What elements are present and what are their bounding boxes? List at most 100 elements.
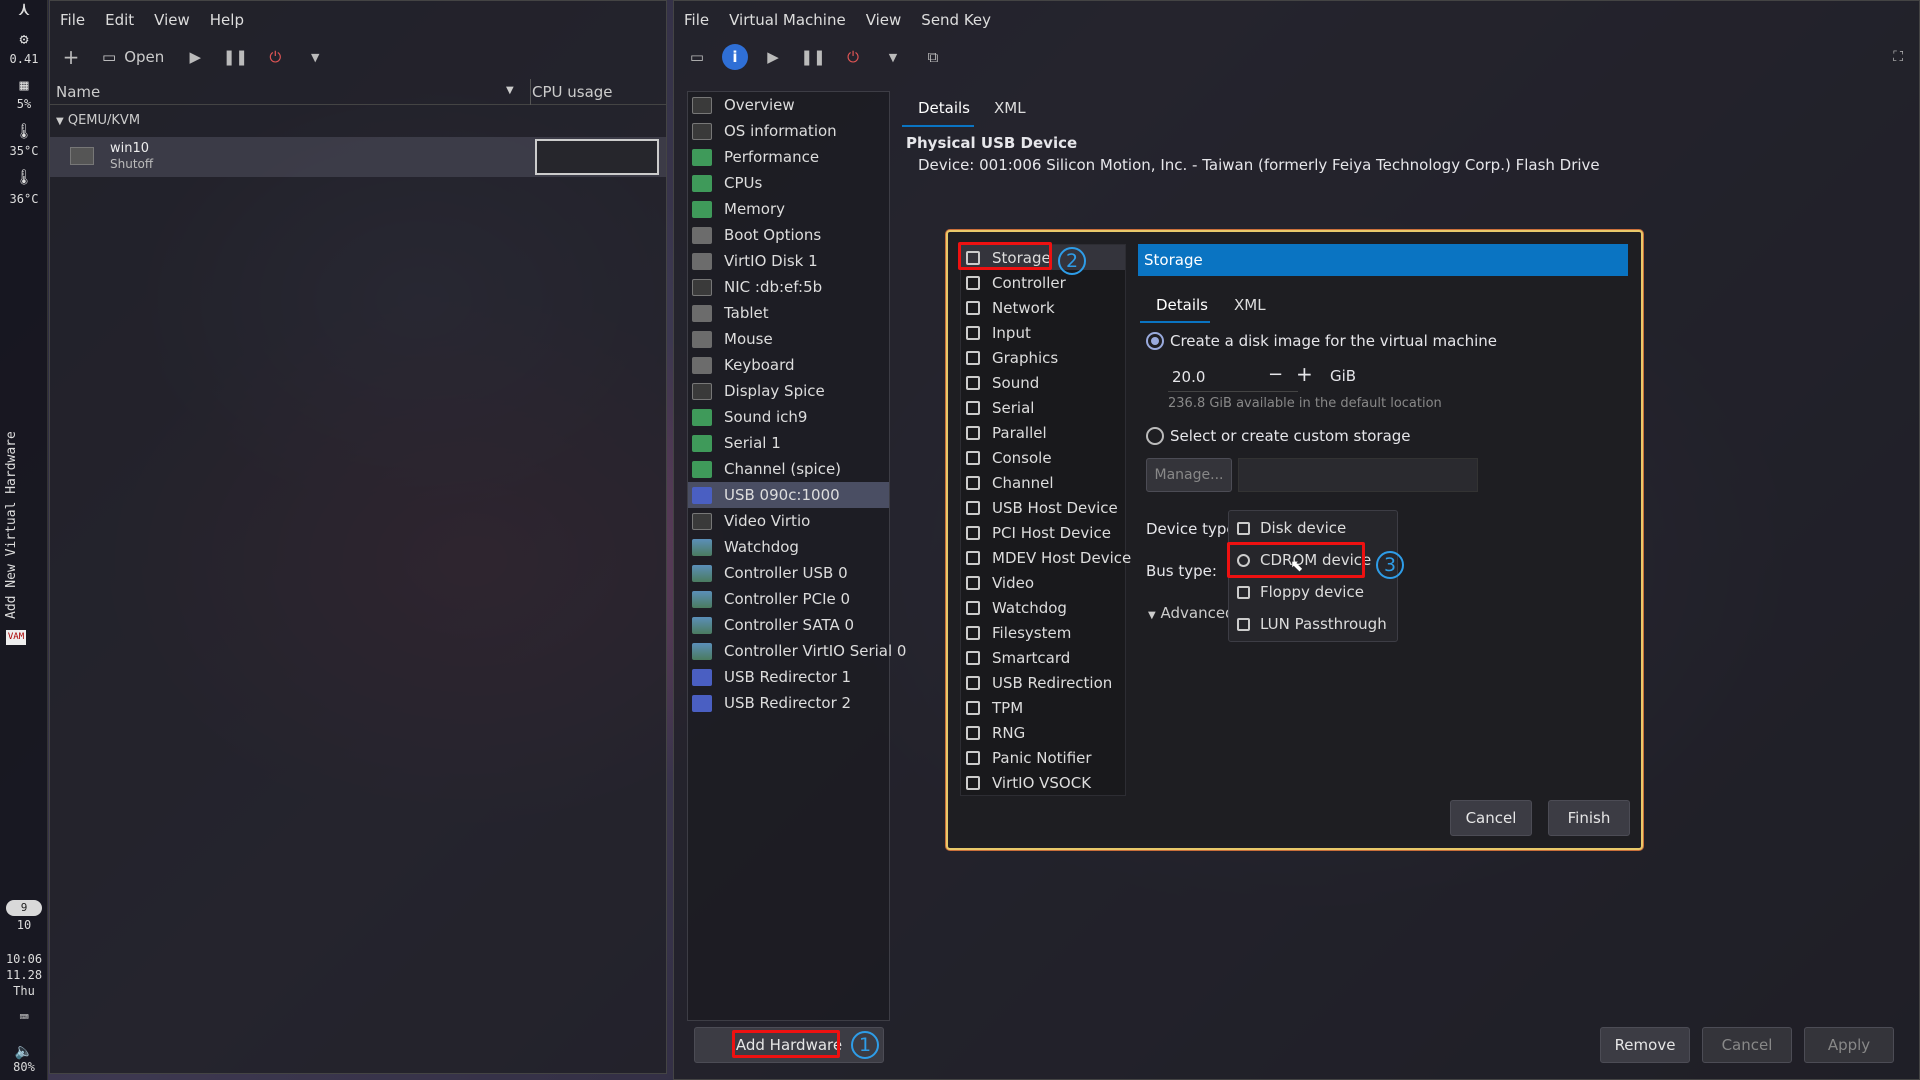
type-filesystem[interactable]: Filesystem bbox=[961, 620, 1125, 645]
option-disk-device[interactable]: Disk device bbox=[1229, 513, 1397, 543]
type-network[interactable]: Network bbox=[961, 295, 1125, 320]
manage-button[interactable]: Manage... bbox=[1146, 458, 1232, 492]
workspace-total[interactable]: 10 bbox=[0, 918, 48, 933]
workspace-current[interactable]: 9 bbox=[6, 900, 42, 916]
expander-icon[interactable]: ▼ bbox=[56, 116, 64, 127]
type-watchdog[interactable]: Watchdog bbox=[961, 595, 1125, 620]
type-panic-notifier[interactable]: Panic Notifier bbox=[961, 745, 1125, 770]
hw-item-sound[interactable]: Sound ich9 bbox=[688, 404, 889, 430]
dialog-tab-details[interactable]: Details bbox=[1156, 296, 1208, 314]
hw-item-usb-device[interactable]: USB 090c:1000 bbox=[688, 482, 889, 508]
play-icon[interactable]: ▶ bbox=[180, 42, 210, 72]
hw-item-boot-options[interactable]: Boot Options bbox=[688, 222, 889, 248]
tab-details[interactable]: Details bbox=[918, 99, 970, 117]
type-video[interactable]: Video bbox=[961, 570, 1125, 595]
cancel-button[interactable]: Cancel bbox=[1702, 1027, 1792, 1063]
hw-item-watchdog[interactable]: Watchdog bbox=[688, 534, 889, 560]
option-floppy-device[interactable]: Floppy device bbox=[1229, 577, 1397, 607]
type-tpm[interactable]: TPM bbox=[961, 695, 1125, 720]
menu-file[interactable]: File bbox=[60, 11, 85, 29]
hw-item-controller-virtio-serial[interactable]: Controller VirtIO Serial 0 bbox=[688, 638, 906, 664]
network-icon bbox=[692, 278, 712, 296]
menu-help[interactable]: Help bbox=[210, 11, 244, 29]
type-smartcard[interactable]: Smartcard bbox=[961, 645, 1125, 670]
hw-item-controller-usb[interactable]: Controller USB 0 bbox=[688, 560, 889, 586]
menu-view[interactable]: View bbox=[154, 11, 190, 29]
hw-item-channel[interactable]: Channel (spice) bbox=[688, 456, 889, 482]
chevron-down-icon[interactable]: ▼ bbox=[300, 42, 330, 72]
open-button[interactable]: ▭ Open bbox=[96, 48, 170, 66]
chevron-down-icon[interactable]: ▼ bbox=[878, 42, 908, 72]
dialog-finish-button[interactable]: Finish bbox=[1548, 800, 1630, 836]
play-icon[interactable]: ▶ bbox=[758, 42, 788, 72]
type-rng[interactable]: RNG bbox=[961, 720, 1125, 745]
hw-item-overview[interactable]: Overview bbox=[688, 92, 889, 118]
type-serial[interactable]: Serial bbox=[961, 395, 1125, 420]
type-mdev-host-device[interactable]: MDEV Host Device bbox=[961, 545, 1131, 570]
type-console[interactable]: Console bbox=[961, 445, 1125, 470]
hw-item-tablet[interactable]: Tablet bbox=[688, 300, 889, 326]
fullscreen-icon[interactable]: ⛶ bbox=[1893, 49, 1903, 65]
info-icon[interactable]: i bbox=[722, 44, 748, 70]
type-input[interactable]: Input bbox=[961, 320, 1125, 345]
menu-edit[interactable]: Edit bbox=[105, 11, 134, 29]
option-lun-passthrough[interactable]: LUN Passthrough bbox=[1229, 609, 1397, 639]
radio-custom-storage[interactable]: Select or create custom storage bbox=[1146, 427, 1411, 445]
vm-menu-file[interactable]: File bbox=[684, 11, 709, 29]
hw-item-memory[interactable]: Memory bbox=[688, 196, 889, 222]
type-pci-host-device[interactable]: PCI Host Device bbox=[961, 520, 1125, 545]
type-virtio-vsock[interactable]: VirtIO VSOCK bbox=[961, 770, 1125, 795]
app-logo-icon[interactable]: ⋏ bbox=[0, 1, 48, 19]
vm-menu-view[interactable]: View bbox=[866, 11, 902, 29]
hw-item-virtio-disk[interactable]: VirtIO Disk 1 bbox=[688, 248, 889, 274]
keyboard-icon[interactable]: ⌨ bbox=[0, 1010, 48, 1026]
hw-item-nic[interactable]: NIC :db:ef:5b bbox=[688, 274, 889, 300]
vm-menu-virtual-machine[interactable]: Virtual Machine bbox=[729, 11, 846, 29]
console-monitor-icon[interactable]: ▭ bbox=[682, 42, 712, 72]
type-parallel[interactable]: Parallel bbox=[961, 420, 1125, 445]
vm-menu-send-key[interactable]: Send Key bbox=[921, 11, 991, 29]
hw-item-performance[interactable]: Performance bbox=[688, 144, 889, 170]
dialog-tab-xml[interactable]: XML bbox=[1234, 296, 1266, 314]
hw-item-cpus[interactable]: CPUs bbox=[688, 170, 889, 196]
hw-item-controller-pcie[interactable]: Controller PCIe 0 bbox=[688, 586, 889, 612]
type-controller[interactable]: Controller bbox=[961, 270, 1125, 295]
pause-icon[interactable]: ❚❚ bbox=[220, 42, 250, 72]
col-cpu-usage[interactable]: CPU usage bbox=[532, 83, 613, 101]
type-sound[interactable]: Sound bbox=[961, 370, 1125, 395]
type-usb-host-device[interactable]: USB Host Device bbox=[961, 495, 1125, 520]
radio-create-disk[interactable]: Create a disk image for the virtual mach… bbox=[1146, 332, 1497, 350]
minus-icon[interactable]: − bbox=[1268, 364, 1283, 385]
sort-chevron-icon[interactable]: ▼ bbox=[506, 85, 514, 96]
tab-xml[interactable]: XML bbox=[994, 99, 1026, 117]
snapshots-icon[interactable]: ⧉ bbox=[918, 42, 948, 72]
connection-group[interactable]: ▼ QEMU/KVM bbox=[56, 113, 140, 128]
hw-item-controller-sata[interactable]: Controller SATA 0 bbox=[688, 612, 889, 638]
hw-item-display-spice[interactable]: Display Spice bbox=[688, 378, 889, 404]
hw-item-serial[interactable]: Serial 1 bbox=[688, 430, 889, 456]
lun-icon bbox=[1237, 617, 1250, 631]
plus-icon[interactable]: + bbox=[1296, 362, 1313, 386]
vm-row-win10[interactable]: win10 Shutoff bbox=[50, 137, 666, 177]
dialog-cancel-button[interactable]: Cancel bbox=[1450, 800, 1532, 836]
hw-label: Controller PCIe 0 bbox=[724, 590, 851, 608]
type-usb-redirection[interactable]: USB Redirection bbox=[961, 670, 1125, 695]
hw-item-os-information[interactable]: OS information bbox=[688, 118, 889, 144]
vm-badge-icon[interactable]: VAM bbox=[6, 630, 26, 645]
hw-item-keyboard[interactable]: Keyboard bbox=[688, 352, 889, 378]
power-icon[interactable]: ⏻ bbox=[260, 42, 290, 72]
hw-item-usb-redirector-1[interactable]: USB Redirector 1 bbox=[688, 664, 889, 690]
col-name[interactable]: Name bbox=[56, 83, 100, 101]
new-vm-plus-icon[interactable]: + bbox=[56, 42, 86, 72]
custom-storage-path-input[interactable] bbox=[1238, 458, 1478, 492]
apply-button[interactable]: Apply bbox=[1804, 1027, 1894, 1063]
type-graphics[interactable]: Graphics bbox=[961, 345, 1125, 370]
hw-item-video[interactable]: Video Virtio bbox=[688, 508, 889, 534]
pause-icon[interactable]: ❚❚ bbox=[798, 42, 828, 72]
hw-item-mouse[interactable]: Mouse bbox=[688, 326, 889, 352]
type-channel[interactable]: Channel bbox=[961, 470, 1125, 495]
power-icon[interactable]: ⏻ bbox=[838, 42, 868, 72]
remove-button[interactable]: Remove bbox=[1600, 1027, 1690, 1063]
speaker-icon[interactable]: 🔈 bbox=[0, 1044, 48, 1060]
hw-item-usb-redirector-2[interactable]: USB Redirector 2 bbox=[688, 690, 889, 716]
